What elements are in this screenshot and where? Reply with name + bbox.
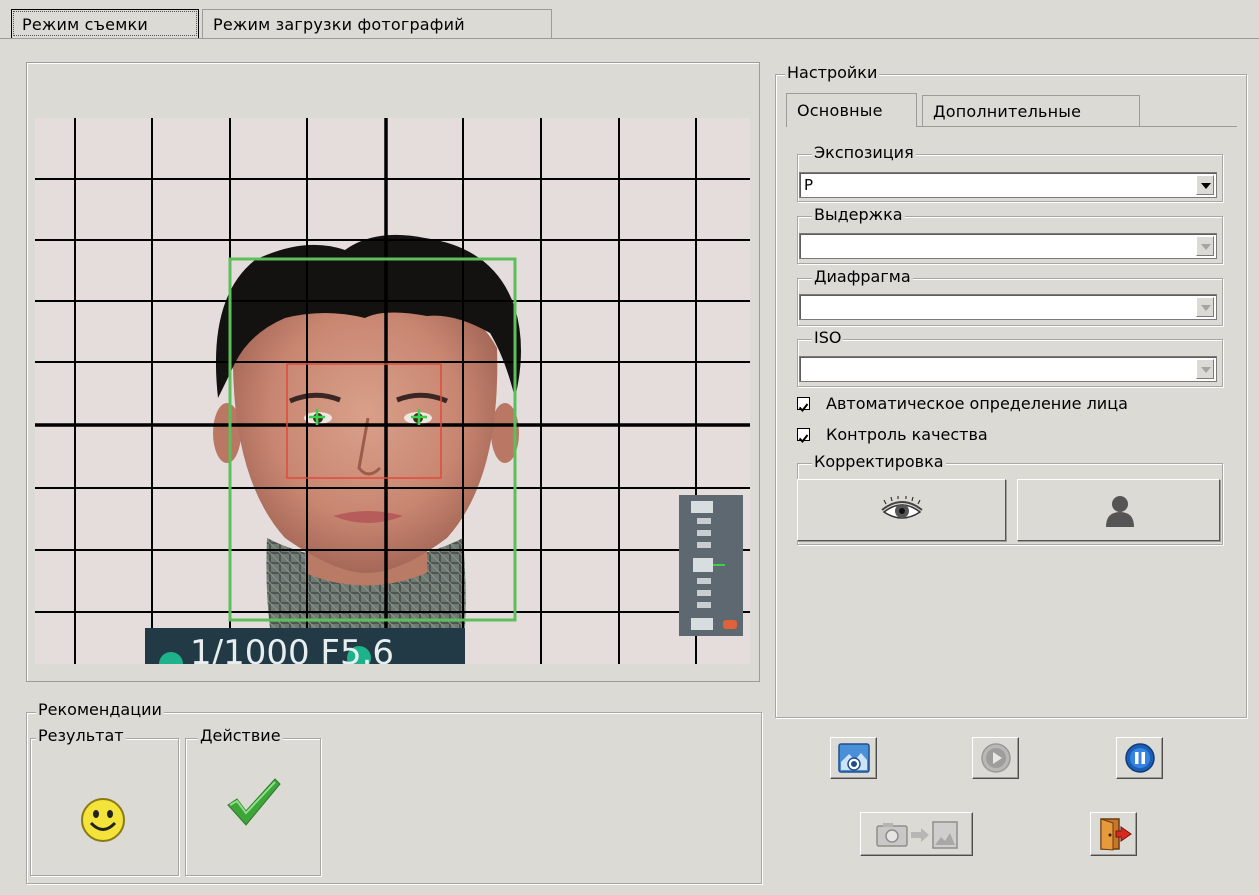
eye-icon <box>881 496 923 519</box>
pause-icon <box>1125 743 1155 773</box>
chevron-down-icon[interactable] <box>1196 359 1214 379</box>
tab-photo-upload-mode[interactable]: Режим загрузки фотографий <box>202 9 552 38</box>
exposure-select[interactable]: P <box>799 172 1217 198</box>
tab-shooting-mode[interactable]: Режим съемки <box>11 9 199 38</box>
start-button[interactable] <box>972 737 1019 779</box>
tabbar-baseline <box>0 38 1259 39</box>
auto-face-checkbox-row[interactable]: Автоматическое определение лица <box>797 394 1227 416</box>
tab-basic[interactable]: Основные <box>786 93 917 127</box>
play-icon <box>981 743 1011 773</box>
correct-face-button[interactable] <box>1017 479 1220 541</box>
iso-select[interactable] <box>799 356 1217 382</box>
tab-advanced[interactable]: Дополнительные <box>922 95 1140 126</box>
load-photo-button[interactable] <box>860 812 973 856</box>
tab-advanced-label: Дополнительные <box>933 102 1082 121</box>
auto-face-checkbox[interactable] <box>797 397 810 413</box>
camera-preview[interactable]: 1/1000 F5.6 <box>35 118 750 664</box>
aperture-select[interactable] <box>799 294 1217 320</box>
tab-shooting-mode-label: Режим съемки <box>22 15 148 34</box>
tab-photo-upload-mode-label: Режим загрузки фотографий <box>213 15 465 34</box>
pause-button[interactable] <box>1116 737 1163 779</box>
quality-checkbox[interactable] <box>797 428 810 444</box>
aperture-label: Диафрагма <box>812 267 913 286</box>
iso-label: ISO <box>812 328 844 347</box>
settings-title: Настройки <box>785 63 880 82</box>
exit-button[interactable] <box>1090 812 1137 856</box>
quality-label: Контроль качества <box>826 425 988 444</box>
chevron-down-icon[interactable] <box>1196 236 1214 256</box>
chevron-down-icon[interactable] <box>1196 175 1214 195</box>
exit-door-icon <box>1100 818 1132 851</box>
shutter-select[interactable] <box>799 233 1217 259</box>
camera-to-image-icon <box>876 821 958 849</box>
shutter-label: Выдержка <box>812 205 905 224</box>
camera-preview-image: 1/1000 F5.6 <box>35 118 750 664</box>
quality-checkbox-row[interactable]: Контроль качества <box>797 425 1227 447</box>
exposure-label: Экспозиция <box>812 143 916 162</box>
correct-eyes-button[interactable] <box>797 479 1006 541</box>
checkmark-icon <box>798 434 809 444</box>
exposure-overlay-text: 1/1000 F5.6 <box>190 633 394 664</box>
auto-face-label: Автоматическое определение лица <box>826 394 1128 413</box>
checkmark-icon <box>798 403 809 413</box>
person-icon <box>1106 496 1134 527</box>
camera-capture-icon <box>838 743 870 773</box>
zoom-indicator <box>679 495 743 636</box>
chevron-down-icon[interactable] <box>1196 297 1214 317</box>
capture-button[interactable] <box>830 737 877 779</box>
recommendations-title: Рекомендации <box>36 700 164 719</box>
exposure-select-value: P <box>804 176 814 194</box>
correction-label: Корректировка <box>812 452 946 471</box>
tab-basic-label: Основные <box>797 101 883 120</box>
smiley-icon <box>81 798 125 842</box>
result-label: Результат <box>36 726 126 745</box>
action-label: Действие <box>198 726 283 745</box>
checkmark-icon <box>227 778 281 826</box>
